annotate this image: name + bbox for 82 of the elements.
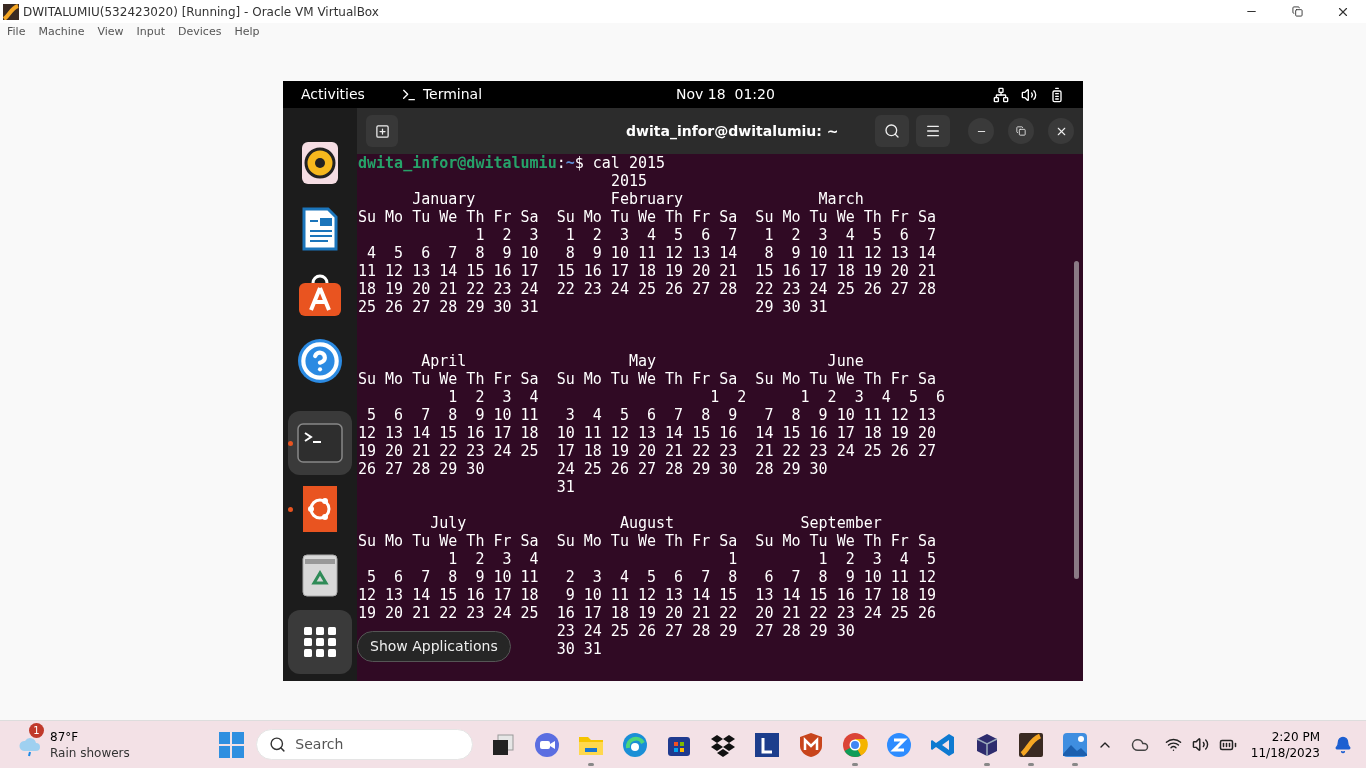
network-icon[interactable] <box>993 86 1009 103</box>
terminal-line: 18 19 20 21 22 23 24 22 23 24 25 26 27 28 22 23 24 25 26 27 28 <box>358 280 936 298</box>
new-tab-icon <box>374 123 390 139</box>
notification-badge: 1 <box>29 722 44 738</box>
bell-icon[interactable] <box>1334 735 1352 754</box>
show-applications-button[interactable] <box>288 610 352 674</box>
code-editor-icon <box>929 731 956 758</box>
terminal-line: Su Mo Tu We Th Fr Sa Su Mo Tu We Th Fr Sa Su Mo Tu We Th Fr Sa <box>358 532 936 550</box>
terminal-line: 26 27 28 29 30 24 25 26 27 28 29 30 28 29 30 <box>358 460 828 478</box>
terminal-line: 5 6 7 8 9 10 11 3 4 5 6 7 8 9 7 8 9 10 11 12 13 <box>367 406 936 424</box>
app-logo-icon <box>1017 731 1044 758</box>
video-camera-icon <box>533 731 560 758</box>
terminal-line: 12 13 14 15 16 17 18 9 10 11 12 13 14 15 13 14 15 16 17 18 19 <box>358 586 936 604</box>
terminal-line: 1 2 3 1 2 3 4 5 6 7 1 2 3 4 5 6 7 <box>475 226 936 244</box>
terminal-line: 1 2 3 4 1 2 1 2 3 4 5 6 <box>448 388 945 406</box>
menu-item[interactable]: Input <box>136 24 166 41</box>
terminal-line: dwita_infor@dwitalumiu:~$ cal 2015 <box>358 154 666 172</box>
speaker-icon <box>301 141 339 185</box>
temperature: 87°F <box>50 728 80 745</box>
search-field[interactable]: Search <box>256 729 473 760</box>
grid-icon <box>304 627 336 657</box>
window-title: DWITALUMIU(532423020) [Running] - Oracle VM VirtualBox <box>23 3 379 21</box>
tooltip: Show Applications <box>357 631 511 662</box>
close-button[interactable] <box>1048 118 1074 144</box>
terminal-icon <box>297 423 343 463</box>
terminal-line: 2015 <box>610 172 647 190</box>
square-logo-icon <box>753 731 780 758</box>
terminal-line: 12 13 14 15 16 17 18 10 11 12 13 14 15 16 14 15 16 17 18 19 20 <box>358 424 936 442</box>
terminal-line: Su Mo Tu We Th Fr Sa Su Mo Tu We Th Fr Sa Su Mo Tu We Th Fr Sa <box>358 208 936 226</box>
menu-item[interactable]: File <box>7 24 26 41</box>
volume-icon[interactable] <box>1191 736 1209 753</box>
photo-app-icon <box>1061 731 1088 758</box>
weather-condition: Rain showers <box>50 744 130 761</box>
help-icon <box>298 339 342 383</box>
search-icon <box>269 736 287 753</box>
terminal-line: 4 5 6 7 8 9 10 8 9 10 11 12 13 14 8 9 10 11 12 13 14 <box>367 244 936 262</box>
app-menu[interactable]: Terminal <box>422 84 483 105</box>
menu-item[interactable]: Help <box>234 24 260 41</box>
wave-logo-icon <box>621 731 648 758</box>
restore-icon <box>1291 6 1303 17</box>
terminal-line: July August September <box>430 514 882 532</box>
chrome-icon <box>841 731 868 758</box>
menu-item[interactable]: Devices <box>178 24 222 41</box>
shield-icon <box>797 731 824 758</box>
clock-time[interactable]: 2:20 PM <box>1271 728 1320 745</box>
trash-icon <box>302 553 338 597</box>
zigzag-logo-icon <box>885 731 912 758</box>
terminal-line: 1 2 3 4 1 1 2 3 4 5 <box>448 550 936 568</box>
terminal-line: 25 26 27 28 29 30 31 29 30 31 <box>358 298 828 316</box>
scrollbar-thumb[interactable] <box>1074 261 1079 579</box>
terminal-line: 11 12 13 14 15 16 17 15 16 17 18 19 20 21 15 16 17 18 19 20 21 <box>358 262 936 280</box>
app-logo-icon <box>3 3 19 20</box>
terminal-line: Su Mo Tu We Th Fr Sa Su Mo Tu We Th Fr Sa Su Mo Tu We Th Fr Sa <box>358 370 936 388</box>
volume-icon[interactable] <box>1021 86 1037 103</box>
battery-icon[interactable] <box>1049 86 1065 103</box>
search-icon <box>884 123 900 139</box>
menu-item[interactable]: View <box>97 24 124 41</box>
menu-icon <box>925 123 941 139</box>
terminal-line: 19 20 21 22 23 24 25 17 18 19 20 21 22 23 21 22 23 24 25 26 27 <box>358 442 936 460</box>
wifi-icon[interactable] <box>1164 736 1182 753</box>
start-button[interactable] <box>218 731 245 758</box>
document-icon <box>301 206 339 252</box>
activities-button[interactable]: Activities <box>301 84 365 105</box>
menu-button[interactable] <box>916 115 950 147</box>
terminal-line: 19 20 21 22 23 24 25 16 17 18 19 20 21 22 20 21 22 23 24 25 26 <box>358 604 936 622</box>
clock[interactable]: Nov 18 01:20 <box>676 84 775 105</box>
search-button[interactable] <box>875 115 909 147</box>
terminal-line: 30 31 <box>556 640 602 658</box>
maximize-button[interactable] <box>1008 118 1034 144</box>
menu-item[interactable]: Machine <box>38 24 85 41</box>
maximize-icon <box>1016 126 1026 136</box>
terminal-line: 5 6 7 8 9 10 11 2 3 4 5 6 7 8 6 7 8 9 10 11 12 <box>367 568 936 586</box>
terminal-title: dwita_infor@dwitalumiu: ~ <box>626 121 839 142</box>
terminal-line: April May June <box>421 352 864 370</box>
clock-date[interactable]: 11/18/2023 <box>1250 744 1320 761</box>
new-tab-button[interactable] <box>366 115 398 147</box>
terminal-line: 31 <box>556 478 575 496</box>
shopping-bag-icon <box>297 273 343 317</box>
terminal-line: January February March <box>412 190 864 208</box>
terminal-line: 23 24 25 26 27 28 29 27 28 29 30 <box>556 622 855 640</box>
ubuntu-logo-icon <box>303 486 337 532</box>
search-input[interactable]: Search <box>295 734 446 755</box>
